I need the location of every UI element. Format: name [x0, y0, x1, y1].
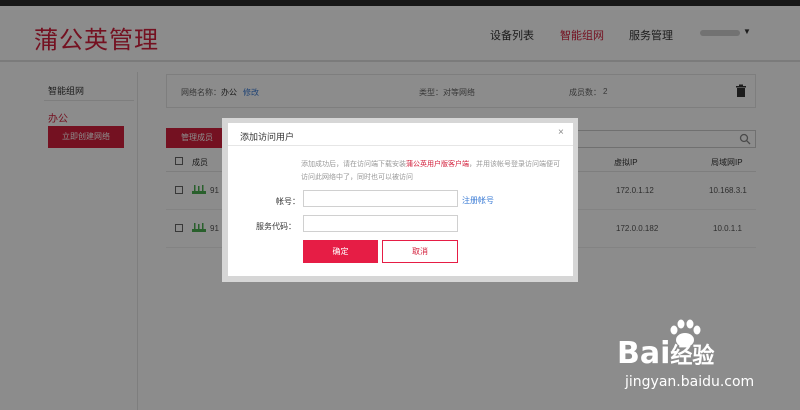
- add-visitor-dialog: 添加访问用户 × 添加成功后，请在访问端下载安装蒲公英用户版客户端，并用该帐号登…: [228, 123, 573, 276]
- dialog-notice: 添加成功后，请在访问端下载安装蒲公英用户版客户端，并用该帐号登录访问端便可访问此…: [301, 158, 561, 184]
- dialog-divider: [228, 145, 573, 146]
- register-account-link[interactable]: 注册帐号: [462, 195, 494, 206]
- baidu-jingyan-watermark: Bai经验 jingyan.baidu.com: [617, 318, 787, 398]
- service-code-label: 服务代码：: [256, 222, 296, 231]
- notice-prefix: 添加成功后，请在访问端下载安装: [301, 161, 406, 168]
- watermark-brand-suffix: 经验: [670, 344, 715, 369]
- service-code-input[interactable]: [303, 215, 458, 232]
- account-label: 帐号：: [276, 197, 300, 206]
- close-icon[interactable]: ×: [558, 127, 564, 138]
- cancel-button[interactable]: 取消: [382, 240, 458, 263]
- account-input[interactable]: [303, 190, 458, 207]
- confirm-button[interactable]: 确定: [303, 240, 378, 263]
- dialog-title: 添加访问用户: [240, 132, 295, 142]
- watermark-brand: Bai经验: [617, 336, 714, 371]
- client-download-link[interactable]: 蒲公英用户版客户端: [406, 161, 469, 168]
- watermark-url: jingyan.baidu.com: [625, 374, 755, 390]
- watermark-brand-latin: Bai: [617, 336, 671, 371]
